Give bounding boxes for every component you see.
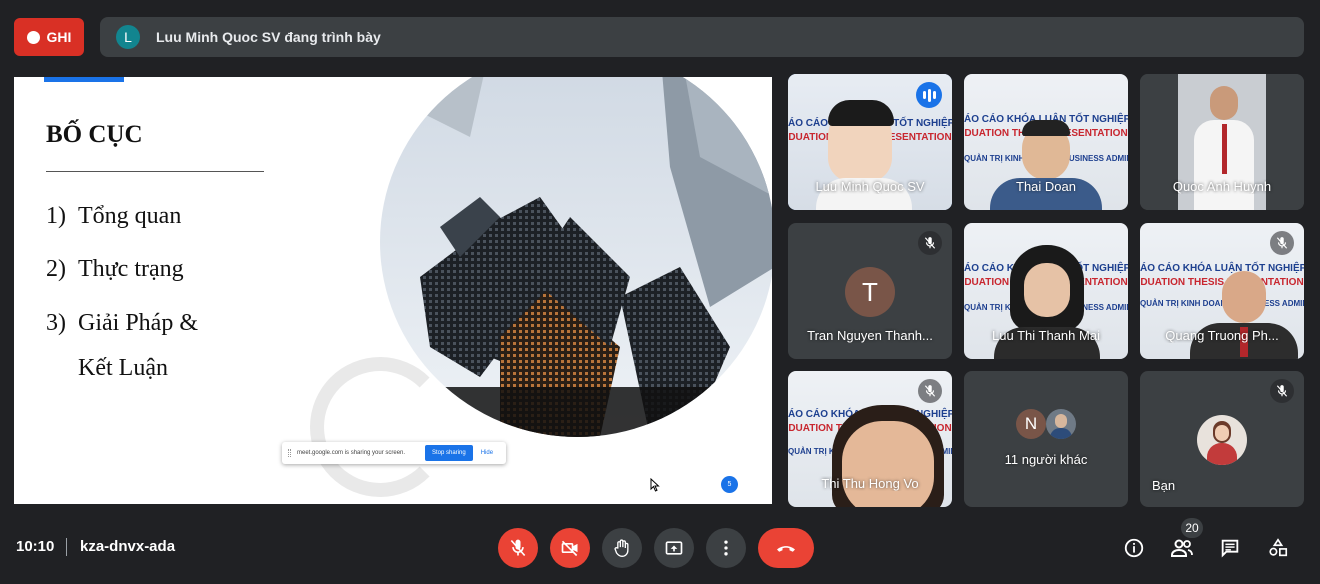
participant-name: Quoc Anh Huynh: [1172, 179, 1272, 194]
skyscraper-photo: [380, 77, 772, 437]
person-face: [842, 421, 934, 507]
participant-name: Quang Truong Ph...: [1165, 328, 1279, 343]
share-notice-text: meet.google.com is sharing your screen.: [297, 450, 406, 456]
slide-item-text: Thực trạng: [78, 256, 184, 282]
participant-tile[interactable]: Quoc Anh Huynh: [1140, 74, 1304, 210]
leave-call-button[interactable]: [758, 528, 814, 568]
banner-text: ÁO CÁO KHÓA LUẬN TỐT NGHIỆP NĂM 202: [1140, 263, 1304, 274]
slide-item: 2) Thực trạng: [46, 256, 184, 283]
person-tie: [1222, 124, 1227, 174]
chat-button[interactable]: [1218, 536, 1242, 560]
drag-handle-icon[interactable]: [288, 449, 291, 457]
end-call-icon: [777, 546, 795, 552]
person-hair: [1022, 120, 1070, 136]
footer-divider: [66, 538, 67, 556]
activities-button[interactable]: [1266, 536, 1290, 560]
recording-label: GHI: [46, 29, 72, 45]
present-now-button[interactable]: [654, 528, 694, 568]
raise-hand-button[interactable]: [602, 528, 642, 568]
mic-off-icon: [1270, 379, 1294, 403]
presenter-avatar: L: [116, 25, 140, 49]
shared-screen: BỐ CỤC 1) Tổng quan 2) Thực trạng 3) Giải P…: [14, 77, 772, 504]
participants-button[interactable]: [1170, 536, 1194, 560]
participant-tile-self[interactable]: Bạn: [1140, 371, 1304, 507]
participant-avatar: T: [845, 267, 895, 317]
participant-tile[interactable]: ÁO CÁO KHÓA LUẬN TỐT NGHIỆP NĂM 202 DUAT…: [788, 371, 952, 507]
mic-off-icon: [918, 231, 942, 255]
more-options-button[interactable]: [706, 528, 746, 568]
microphone-toggle-button[interactable]: [498, 528, 538, 568]
mic-off-icon: [510, 539, 526, 557]
screen-share-notice: meet.google.com is sharing your screen. …: [282, 442, 506, 464]
participant-name: Luu Thi Thanh Mai: [992, 328, 1100, 343]
presenter-status: Luu Minh Quoc SV đang trình bày: [156, 29, 381, 45]
slide-title: BỐ CỤC: [46, 121, 143, 148]
participant-name: Bạn: [1152, 478, 1176, 493]
slide-item-number: 3): [46, 310, 66, 336]
present-screen-icon: [665, 541, 683, 555]
participant-name: Thi Thu Hong Vo: [821, 476, 919, 491]
speaking-indicator-icon: [916, 82, 942, 108]
more-vert-icon: [724, 540, 728, 556]
chat-icon: [1221, 539, 1239, 558]
slide-page-number: 5: [721, 476, 738, 493]
record-dot-icon: [26, 30, 40, 44]
meeting-code: kza-dnvx-ada: [80, 538, 176, 555]
participant-avatar-photo: [1046, 409, 1076, 439]
recording-indicator[interactable]: GHI: [14, 18, 84, 56]
participant-tile[interactable]: ÁO CÁO KHÓA LUẬN TỐT NGHIỆP NĂM 202 DUAT…: [964, 223, 1128, 359]
slide-item-number: 1): [46, 203, 66, 229]
slide-item: 1) Tổng quan: [46, 203, 181, 230]
participant-name: Tran Nguyen Thanh...: [807, 328, 933, 343]
participant-tile[interactable]: T Tran Nguyen Thanh...: [788, 223, 952, 359]
camera-toggle-button[interactable]: [550, 528, 590, 568]
participant-tile[interactable]: ÁO CÁO KHÓA LUẬN TỐT NGHIỆP NĂM 202 DUAT…: [788, 74, 952, 210]
camera-off-icon: [561, 540, 578, 557]
mouse-cursor-icon: [650, 478, 660, 492]
slide-item-text: Giải Pháp &: [78, 310, 198, 336]
meeting-details-button[interactable]: [1122, 536, 1146, 560]
mic-off-icon: [918, 379, 942, 403]
person-face: [1210, 86, 1238, 120]
participant-tile[interactable]: ÁO CÁO KHÓA LUẬN TỐT NGHIỆP NĂM 202 DUAT…: [964, 74, 1128, 210]
hand-icon: [614, 539, 629, 558]
slide-accent-bar: [44, 77, 124, 82]
people-icon: [1171, 539, 1193, 557]
slide-item: Kết Luận: [46, 355, 168, 382]
person-hair: [828, 100, 894, 126]
slide-divider: [46, 171, 264, 172]
participant-name: Luu Minh Quoc SV: [815, 179, 925, 194]
self-avatar: [1197, 415, 1247, 465]
participant-tile[interactable]: ÁO CÁO KHÓA LUẬN TỐT NGHIỆP NĂM 202 DUAT…: [1140, 223, 1304, 359]
hide-notice-button[interactable]: Hide: [481, 450, 493, 456]
slide-item-text: Kết Luận: [78, 355, 168, 381]
slide-item-text: Tổng quan: [78, 203, 182, 229]
person-face: [1222, 271, 1266, 323]
shapes-icon: [1269, 538, 1288, 557]
decorative-ring: [310, 357, 450, 497]
presenter-banner: L Luu Minh Quoc SV đang trình bày: [100, 17, 1304, 57]
person-face: [1024, 263, 1070, 317]
participant-avatar: N: [1016, 409, 1046, 439]
meet-window: GHI L Luu Minh Quoc SV đang trình bày BỐ…: [0, 0, 1320, 584]
participant-name: Thai Doan: [1016, 179, 1076, 194]
slide-item-number: 2): [46, 256, 66, 282]
participant-name: 11 người khác: [1004, 452, 1088, 467]
clock: 10:10: [16, 538, 55, 555]
mic-off-icon: [1270, 231, 1294, 255]
stop-sharing-button[interactable]: Stop sharing: [425, 445, 473, 461]
info-icon: [1124, 538, 1144, 558]
slide-item: 3) Giải Pháp &: [46, 310, 198, 337]
participant-count-badge: 20: [1181, 518, 1203, 538]
participant-tile-others[interactable]: N 11 người khác: [964, 371, 1128, 507]
